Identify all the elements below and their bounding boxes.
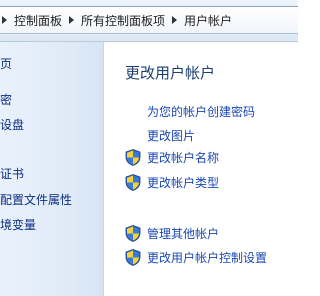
create-password-link[interactable]: 为您的帐户创建密码 bbox=[147, 103, 255, 120]
chevron-right-icon[interactable] bbox=[2, 16, 7, 24]
change-account-name-label: 更改帐户名称 bbox=[147, 151, 220, 165]
breadcrumb-all-items[interactable]: 所有控制面板项 bbox=[80, 11, 166, 30]
breadcrumb[interactable]: 控制面板 所有控制面板项 用户帐户 bbox=[0, 6, 298, 34]
change-account-name-link[interactable]: 更改帐户名称 bbox=[125, 149, 219, 166]
uac-shield-icon bbox=[125, 249, 141, 266]
manage-other-accounts-link[interactable]: 管理其他帐户 bbox=[125, 225, 219, 242]
change-uac-settings-link[interactable]: 更改用户帐户控制设置 bbox=[125, 249, 267, 266]
page-title: 更改用户帐户 bbox=[125, 64, 216, 82]
breadcrumb-user-accounts[interactable]: 用户帐户 bbox=[183, 11, 233, 30]
chevron-right-icon[interactable] bbox=[172, 16, 178, 24]
uac-shield-icon bbox=[125, 149, 141, 166]
navigation-pane: 页 密 设盘 证书 配置文件属性 境变量 bbox=[0, 42, 104, 296]
nav-item-certificates[interactable]: 证书 bbox=[0, 165, 24, 182]
change-account-type-link[interactable]: 更改帐户类型 bbox=[125, 174, 219, 191]
chevron-right-icon[interactable] bbox=[69, 16, 75, 24]
change-uac-settings-label: 更改用户帐户控制设置 bbox=[147, 251, 268, 265]
manage-other-accounts-label: 管理其他帐户 bbox=[147, 227, 220, 241]
change-account-type-label: 更改帐户类型 bbox=[147, 176, 220, 190]
nav-item-password[interactable]: 密 bbox=[0, 91, 12, 108]
nav-item-home[interactable]: 页 bbox=[0, 55, 12, 72]
uac-shield-icon bbox=[125, 174, 141, 191]
change-picture-link[interactable]: 更改图片 bbox=[147, 127, 195, 144]
nav-item-profile-properties[interactable]: 配置文件属性 bbox=[0, 191, 72, 208]
uac-shield-icon bbox=[125, 225, 141, 242]
breadcrumb-control-panel[interactable]: 控制面板 bbox=[13, 11, 63, 30]
nav-item-reset-disk[interactable]: 设盘 bbox=[0, 116, 24, 133]
nav-item-environment-variables[interactable]: 境变量 bbox=[0, 216, 36, 233]
address-bar: 控制面板 所有控制面板项 用户帐户 bbox=[0, 0, 298, 42]
user-accounts-window: 控制面板 所有控制面板项 用户帐户 页 密 设盘 证书 配置文件属性 境变量 更… bbox=[0, 0, 298, 296]
main-content: 更改用户帐户 为您的帐户创建密码 更改图片 更改帐户名称 更改帐户类型 管理其他… bbox=[104, 42, 298, 296]
